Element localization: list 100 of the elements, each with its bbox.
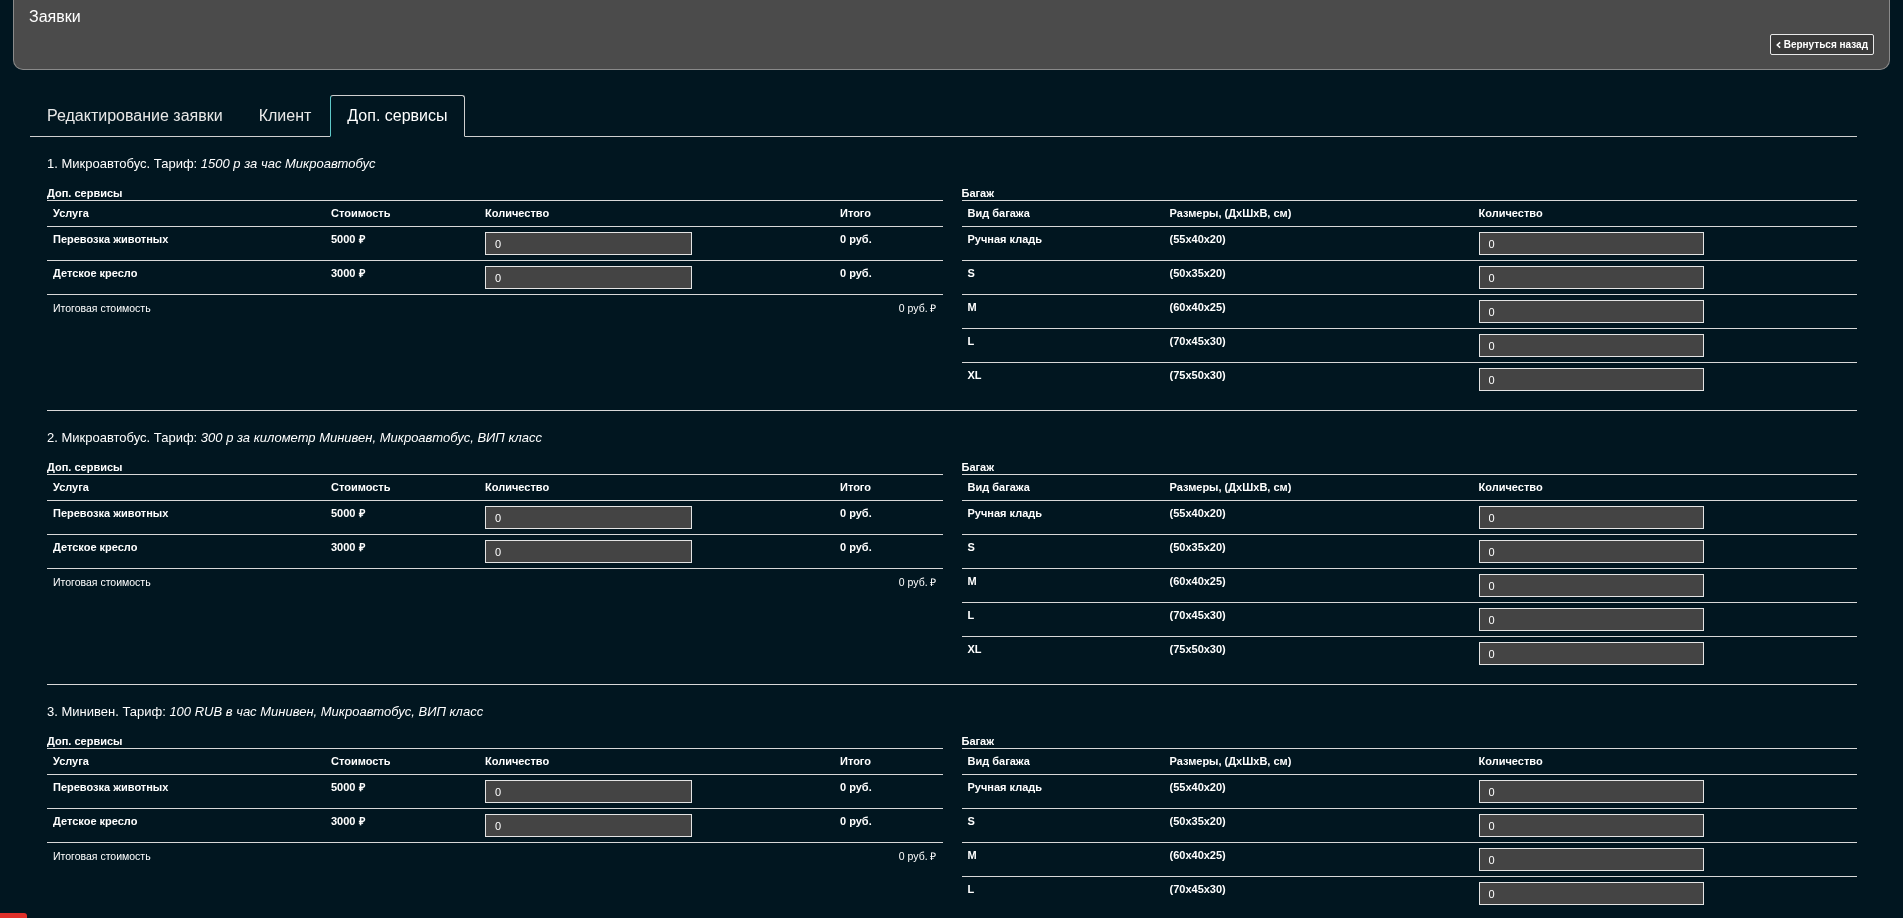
total-label: Итоговая стоимость <box>53 302 151 315</box>
column-header: Количество <box>1477 754 1544 769</box>
column-header: Итого <box>839 206 873 221</box>
quantity-input[interactable]: 0 <box>1478 506 1704 529</box>
total-label: Итоговая стоимость <box>53 850 151 863</box>
table-cell-text: (50x35x20) <box>1168 814 1227 829</box>
quantity-input[interactable]: 0 <box>1478 608 1704 631</box>
total-label: Итоговая стоимость <box>53 576 151 589</box>
column-header: Количество <box>484 480 551 495</box>
table-cell-text: (60x40x25) <box>1168 300 1227 315</box>
total-value: 0 руб. ₽ <box>898 302 937 315</box>
table-cell-text: Детское кресло <box>52 266 139 281</box>
table-cell-text: L <box>966 608 976 623</box>
table-cell-text: Ручная кладь <box>966 506 1044 521</box>
quantity-input[interactable]: 0 <box>485 540 692 563</box>
table-cell-text: 3000 ₽ <box>330 540 366 555</box>
quantity-input[interactable]: 0 <box>1478 232 1704 255</box>
table-cell-text: (60x40x25) <box>1168 574 1227 589</box>
quantity-input[interactable]: 0 <box>485 780 692 803</box>
table-cell-text: 5000 ₽ <box>330 232 366 247</box>
table-cell-text: Детское кресло <box>52 814 139 829</box>
quantity-input[interactable]: 0 <box>1478 368 1704 391</box>
table-cell-text: 5000 ₽ <box>330 506 366 521</box>
table-cell-text: L <box>966 882 976 897</box>
table-cell-text: (60x40x25) <box>1168 848 1227 863</box>
table-cell-text: (70x45x30) <box>1168 334 1227 349</box>
table-cell-text: 0 руб. <box>839 266 873 281</box>
column-header: Стоимость <box>330 480 392 495</box>
column-header: Стоимость <box>330 754 392 769</box>
table-cell-text: (55x40x20) <box>1168 232 1227 247</box>
chevron-left-icon <box>1775 40 1781 49</box>
table-cell-text: Детское кресло <box>52 540 139 555</box>
column-header: Услуга <box>52 480 90 495</box>
table-cell-text: (55x40x20) <box>1168 506 1227 521</box>
quantity-input[interactable]: 0 <box>1478 574 1704 597</box>
table-cell-text: 3000 ₽ <box>330 814 366 829</box>
table-cell-text: S <box>966 266 976 281</box>
tab[interactable]: Клиент <box>241 95 329 137</box>
quantity-input[interactable]: 0 <box>485 506 692 529</box>
table-cell-text: Ручная кладь <box>966 780 1044 795</box>
table-cell-text: 0 руб. <box>839 232 873 247</box>
table-cell-text: Ручная кладь <box>966 232 1044 247</box>
column-header: Услуга <box>52 754 90 769</box>
quantity-input[interactable]: 0 <box>1478 642 1704 665</box>
page-title: Заявки <box>29 7 81 27</box>
quantity-input[interactable]: 0 <box>1478 300 1704 323</box>
quantity-input[interactable]: 0 <box>485 266 692 289</box>
table-cell-text: (70x45x30) <box>1168 882 1227 897</box>
column-header: Количество <box>484 206 551 221</box>
table-cell-text: (75x50x30) <box>1168 368 1227 383</box>
table-cell-text: (50x35x20) <box>1168 266 1227 281</box>
column-header: Итого <box>839 754 873 769</box>
table-caption: Багаж <box>961 735 995 748</box>
quantity-input[interactable]: 0 <box>1478 266 1704 289</box>
quantity-input[interactable]: 0 <box>485 232 692 255</box>
table-cell-text: (75x50x30) <box>1168 642 1227 657</box>
table-caption: Багаж <box>961 461 995 474</box>
tab[interactable]: Доп. сервисы <box>330 95 465 137</box>
widget-tab[interactable] <box>0 913 27 918</box>
table-cell-text: (70x45x30) <box>1168 608 1227 623</box>
section-title: 2. Микроавтобус. Тариф: 300 р за километр Минивен, Микроавтобус, ВИП класс <box>47 430 543 446</box>
back-button[interactable]: Вернуться назад <box>1769 34 1874 55</box>
column-header: Размеры, (ДхШхВ, см) <box>1168 754 1293 769</box>
table-cell-text: M <box>966 300 978 315</box>
column-header: Количество <box>484 754 551 769</box>
column-header: Вид багажа <box>966 480 1031 495</box>
table-cell-text: 0 руб. <box>839 780 873 795</box>
table-caption: Доп. сервисы <box>47 461 123 474</box>
section-title: 3. Минивен. Тариф: 100 RUB в час Минивен, Микроавтобус, ВИП класс <box>47 704 484 720</box>
table-cell-text: 0 руб. <box>839 814 873 829</box>
table-caption: Доп. сервисы <box>47 735 123 748</box>
tab[interactable]: Редактирование заявки <box>30 95 240 137</box>
quantity-input[interactable]: 0 <box>1478 814 1704 837</box>
table-cell-text: (55x40x20) <box>1168 780 1227 795</box>
column-header: Вид багажа <box>966 206 1031 221</box>
table-cell-text: 0 руб. <box>839 506 873 521</box>
table-caption: Багаж <box>961 187 995 200</box>
table-cell-text: (50x35x20) <box>1168 540 1227 555</box>
column-header: Стоимость <box>330 206 392 221</box>
column-header: Количество <box>1477 206 1544 221</box>
total-value: 0 руб. ₽ <box>898 576 937 589</box>
table-cell-text: M <box>966 848 978 863</box>
quantity-input[interactable]: 0 <box>1478 882 1704 905</box>
quantity-input[interactable]: 0 <box>1478 848 1704 871</box>
table-cell-text: Перевозка животных <box>52 506 170 521</box>
column-header: Количество <box>1477 480 1544 495</box>
table-cell-text: Перевозка животных <box>52 232 170 247</box>
quantity-input[interactable]: 0 <box>1478 780 1704 803</box>
table-cell-text: 0 руб. <box>839 540 873 555</box>
table-cell-text: L <box>966 334 976 349</box>
quantity-input[interactable]: 0 <box>1478 334 1704 357</box>
table-cell-text: S <box>966 540 976 555</box>
quantity-input[interactable]: 0 <box>1478 540 1704 563</box>
table-cell-text: 5000 ₽ <box>330 780 366 795</box>
quantity-input[interactable]: 0 <box>485 814 692 837</box>
table-cell-text: XL <box>966 642 983 657</box>
column-header: Размеры, (ДхШхВ, см) <box>1168 480 1293 495</box>
table-caption: Доп. сервисы <box>47 187 123 200</box>
table-cell-text: 3000 ₽ <box>330 266 366 281</box>
table-cell-text: M <box>966 574 978 589</box>
